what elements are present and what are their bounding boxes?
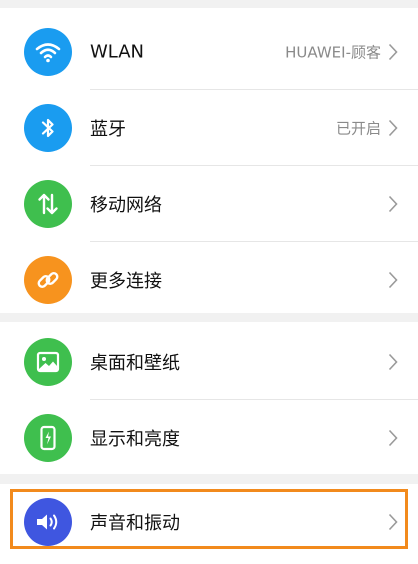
chevron-right-icon — [388, 429, 398, 446]
sound-label: 声音和振动 — [90, 512, 180, 534]
bluetooth-icon — [24, 103, 72, 152]
more-connections-label: 更多连接 — [90, 270, 162, 292]
phone-brightness-icon — [24, 413, 72, 462]
chevron-right-icon — [388, 195, 398, 212]
bluetooth-label: 蓝牙 — [90, 118, 126, 140]
display-group: 桌面和壁纸 显示和亮度 — [0, 322, 418, 474]
settings-item-mobile-network[interactable]: 移动网络 — [0, 166, 418, 241]
display-label: 显示和亮度 — [90, 428, 180, 450]
settings-item-wallpaper[interactable]: 桌面和壁纸 — [0, 324, 418, 399]
bluetooth-value: 已开启 — [335, 119, 381, 137]
wallpaper-label: 桌面和壁纸 — [90, 352, 180, 374]
wlan-label: WLAN — [90, 41, 145, 62]
settings-item-more-connections[interactable]: 更多连接 — [0, 242, 418, 317]
wlan-value: HUAWEI-顾客 — [285, 43, 381, 61]
mobile-data-icon — [24, 179, 72, 228]
top-strip — [0, 0, 418, 8]
sound-group: 声音和振动 — [0, 484, 418, 564]
chevron-right-icon — [388, 43, 398, 60]
settings-item-display[interactable]: 显示和亮度 — [0, 400, 418, 475]
settings-item-wlan[interactable]: WLAN HUAWEI-顾客 — [0, 14, 418, 89]
link-icon — [24, 255, 72, 304]
speaker-icon — [24, 497, 72, 546]
chevron-right-icon — [388, 513, 398, 530]
image-icon — [24, 337, 72, 386]
connections-group: WLAN HUAWEI-顾客 蓝牙 已开启 移动网络 更多连接 — [0, 8, 418, 313]
mobile-network-label: 移动网络 — [90, 194, 162, 216]
settings-item-bluetooth[interactable]: 蓝牙 已开启 — [0, 90, 418, 165]
chevron-right-icon — [388, 119, 398, 136]
chevron-right-icon — [388, 271, 398, 288]
wifi-icon — [24, 27, 72, 76]
chevron-right-icon — [388, 353, 398, 370]
settings-item-sound[interactable]: 声音和振动 — [0, 484, 418, 559]
